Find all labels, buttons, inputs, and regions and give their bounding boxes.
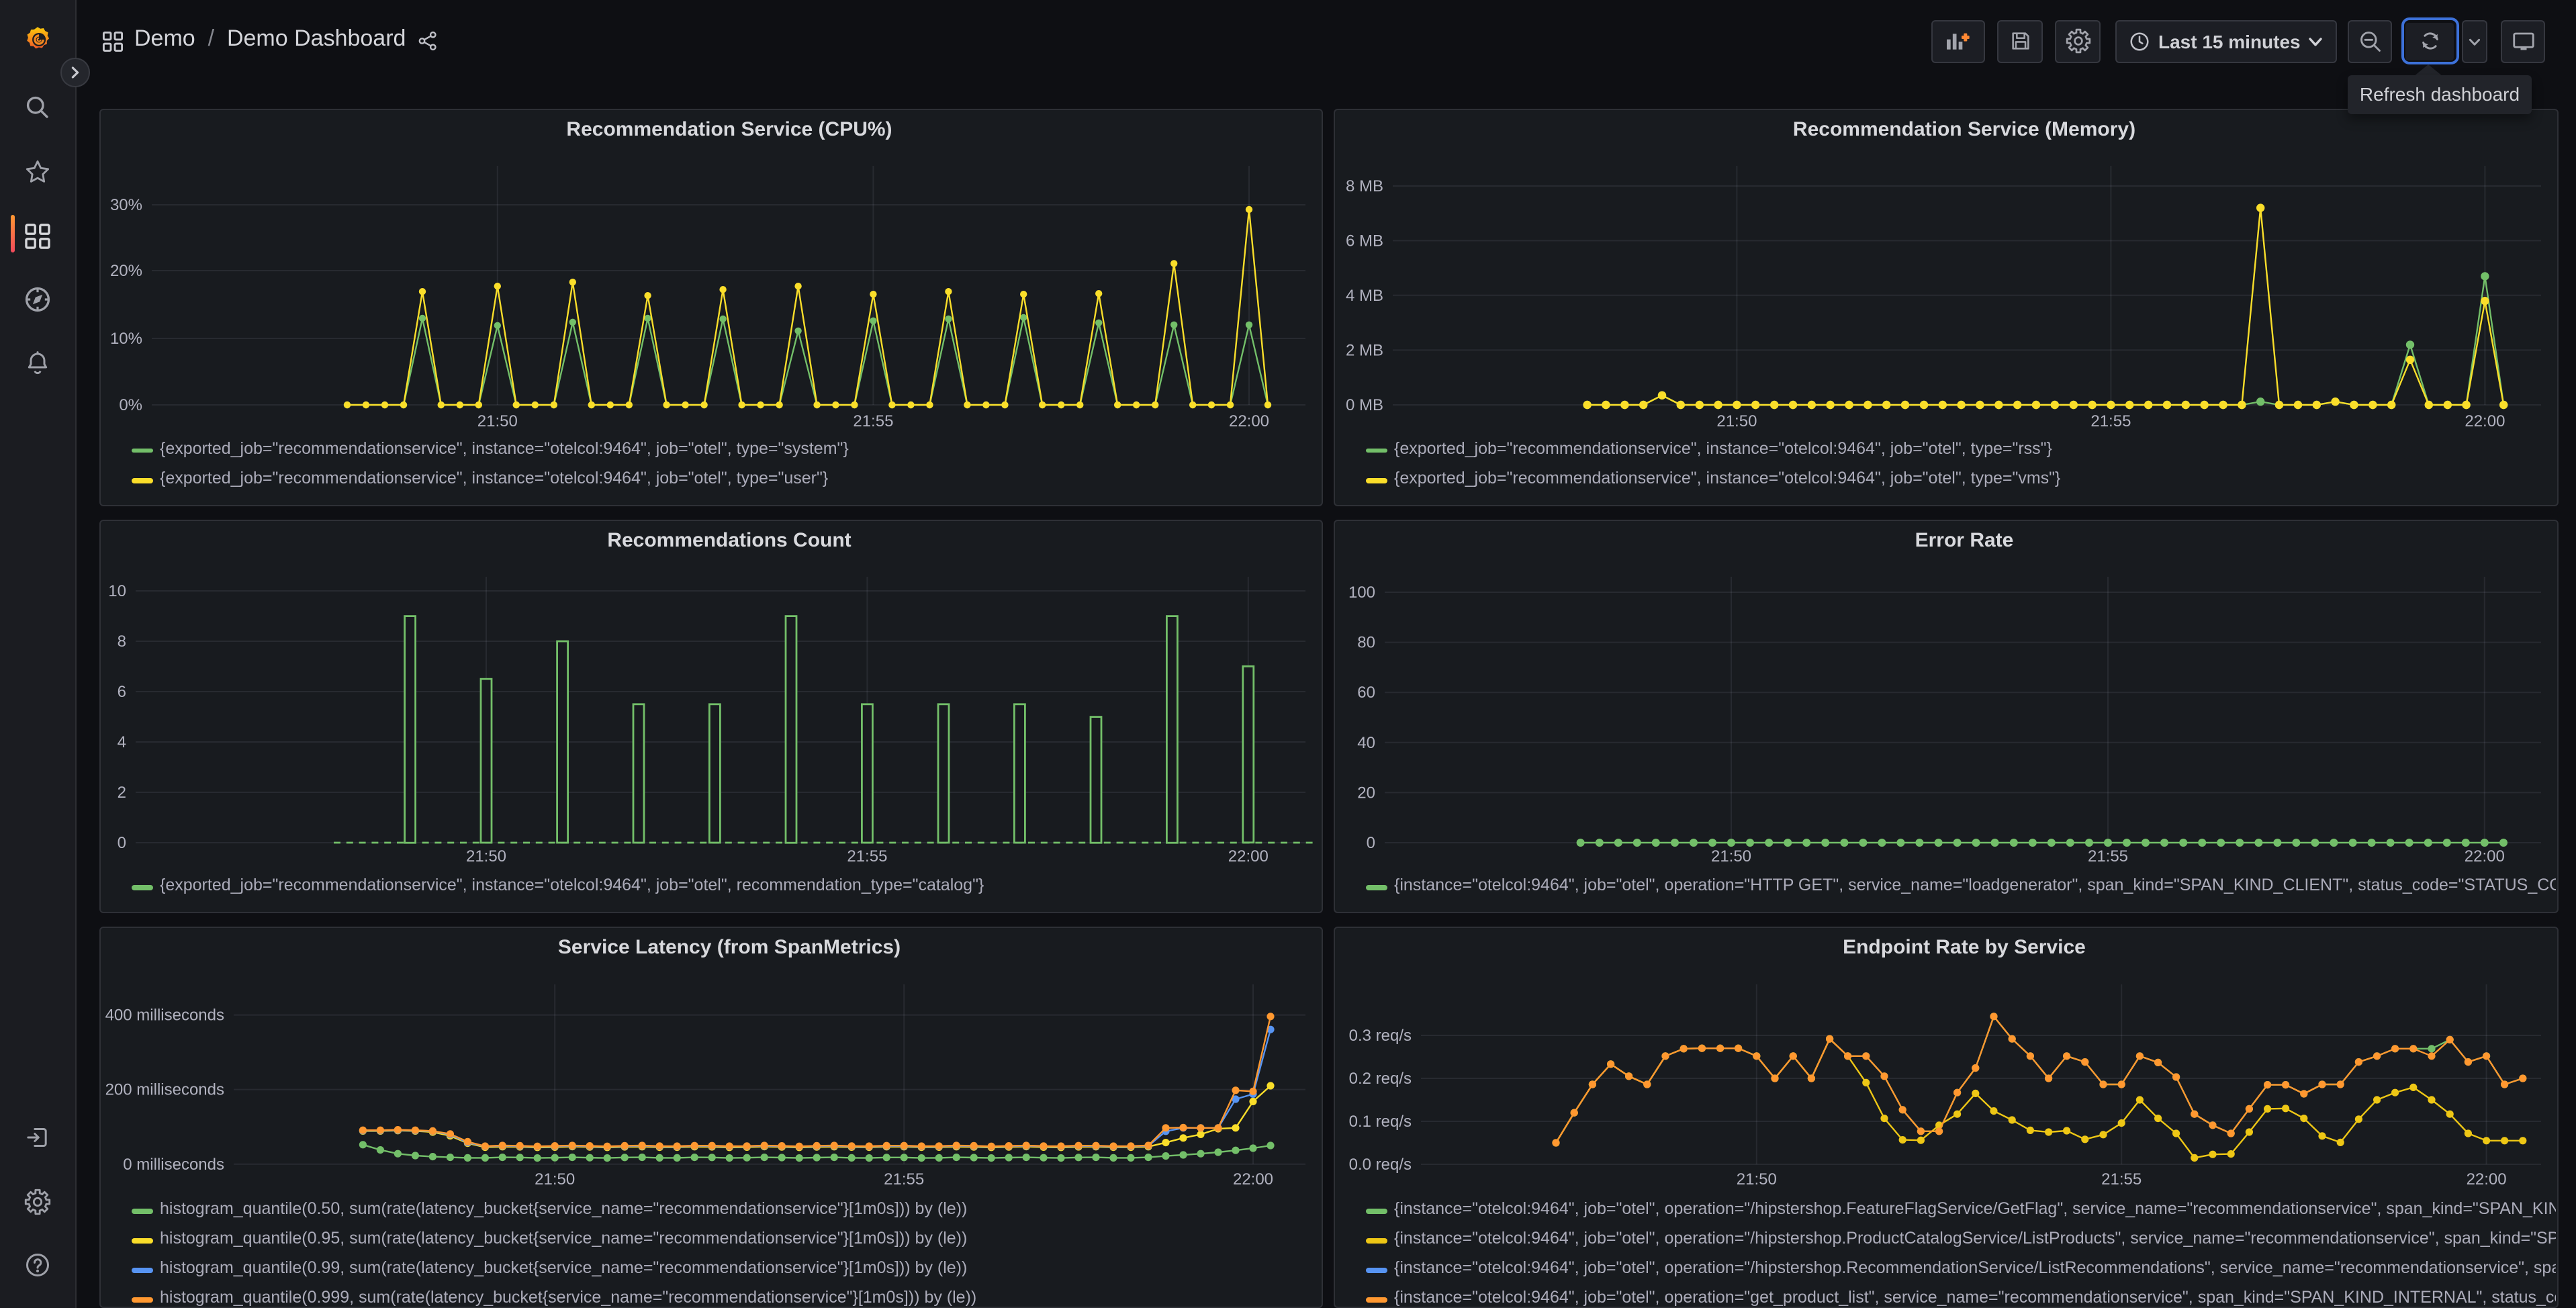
svg-text:10%: 10% xyxy=(110,330,142,348)
svg-text:6: 6 xyxy=(118,683,126,701)
svg-text:40: 40 xyxy=(1357,734,1375,752)
svg-text:21:55: 21:55 xyxy=(2090,412,2131,430)
svg-text:21:55: 21:55 xyxy=(847,847,887,866)
svg-text:0.3 req/s: 0.3 req/s xyxy=(1349,1027,1412,1045)
svg-text:21:55: 21:55 xyxy=(2101,1170,2142,1188)
svg-text:400 milliseconds: 400 milliseconds xyxy=(105,1007,224,1025)
svg-text:21:50: 21:50 xyxy=(1711,847,1751,866)
svg-text:21:55: 21:55 xyxy=(2088,847,2128,866)
svg-text:80: 80 xyxy=(1357,634,1375,652)
svg-text:22:00: 22:00 xyxy=(1229,412,1269,430)
svg-text:21:50: 21:50 xyxy=(1716,412,1757,430)
svg-text:20: 20 xyxy=(1357,784,1375,802)
svg-text:8 MB: 8 MB xyxy=(1346,177,1383,195)
svg-text:21:50: 21:50 xyxy=(466,847,506,866)
svg-text:22:00: 22:00 xyxy=(2465,412,2505,430)
svg-text:21:55: 21:55 xyxy=(853,412,893,430)
svg-text:0: 0 xyxy=(118,834,126,852)
svg-text:6 MB: 6 MB xyxy=(1346,232,1383,250)
svg-text:22:00: 22:00 xyxy=(1228,847,1269,866)
svg-text:22:00: 22:00 xyxy=(2465,847,2505,866)
svg-text:0 MB: 0 MB xyxy=(1346,396,1383,414)
svg-text:10: 10 xyxy=(108,582,126,600)
svg-text:22:00: 22:00 xyxy=(1233,1170,1273,1188)
svg-text:60: 60 xyxy=(1357,684,1375,702)
svg-text:0: 0 xyxy=(1367,834,1375,852)
svg-text:20%: 20% xyxy=(110,262,142,280)
svg-text:4 MB: 4 MB xyxy=(1346,287,1383,305)
svg-text:2 MB: 2 MB xyxy=(1346,341,1383,359)
svg-text:2: 2 xyxy=(118,784,126,802)
svg-text:8: 8 xyxy=(118,633,126,651)
svg-text:0 milliseconds: 0 milliseconds xyxy=(123,1156,224,1174)
svg-text:0%: 0% xyxy=(119,396,142,414)
svg-text:0.0 req/s: 0.0 req/s xyxy=(1349,1156,1412,1174)
svg-text:21:50: 21:50 xyxy=(477,412,518,430)
svg-text:4: 4 xyxy=(118,733,126,751)
svg-text:0.2 req/s: 0.2 req/s xyxy=(1349,1070,1412,1088)
svg-text:0.1 req/s: 0.1 req/s xyxy=(1349,1113,1412,1131)
svg-text:30%: 30% xyxy=(110,196,142,214)
svg-text:21:55: 21:55 xyxy=(884,1170,924,1188)
svg-text:21:50: 21:50 xyxy=(535,1170,575,1188)
svg-text:22:00: 22:00 xyxy=(2467,1170,2507,1188)
svg-text:100: 100 xyxy=(1348,583,1375,602)
svg-text:21:50: 21:50 xyxy=(1737,1170,1777,1188)
svg-text:200 milliseconds: 200 milliseconds xyxy=(105,1081,224,1099)
